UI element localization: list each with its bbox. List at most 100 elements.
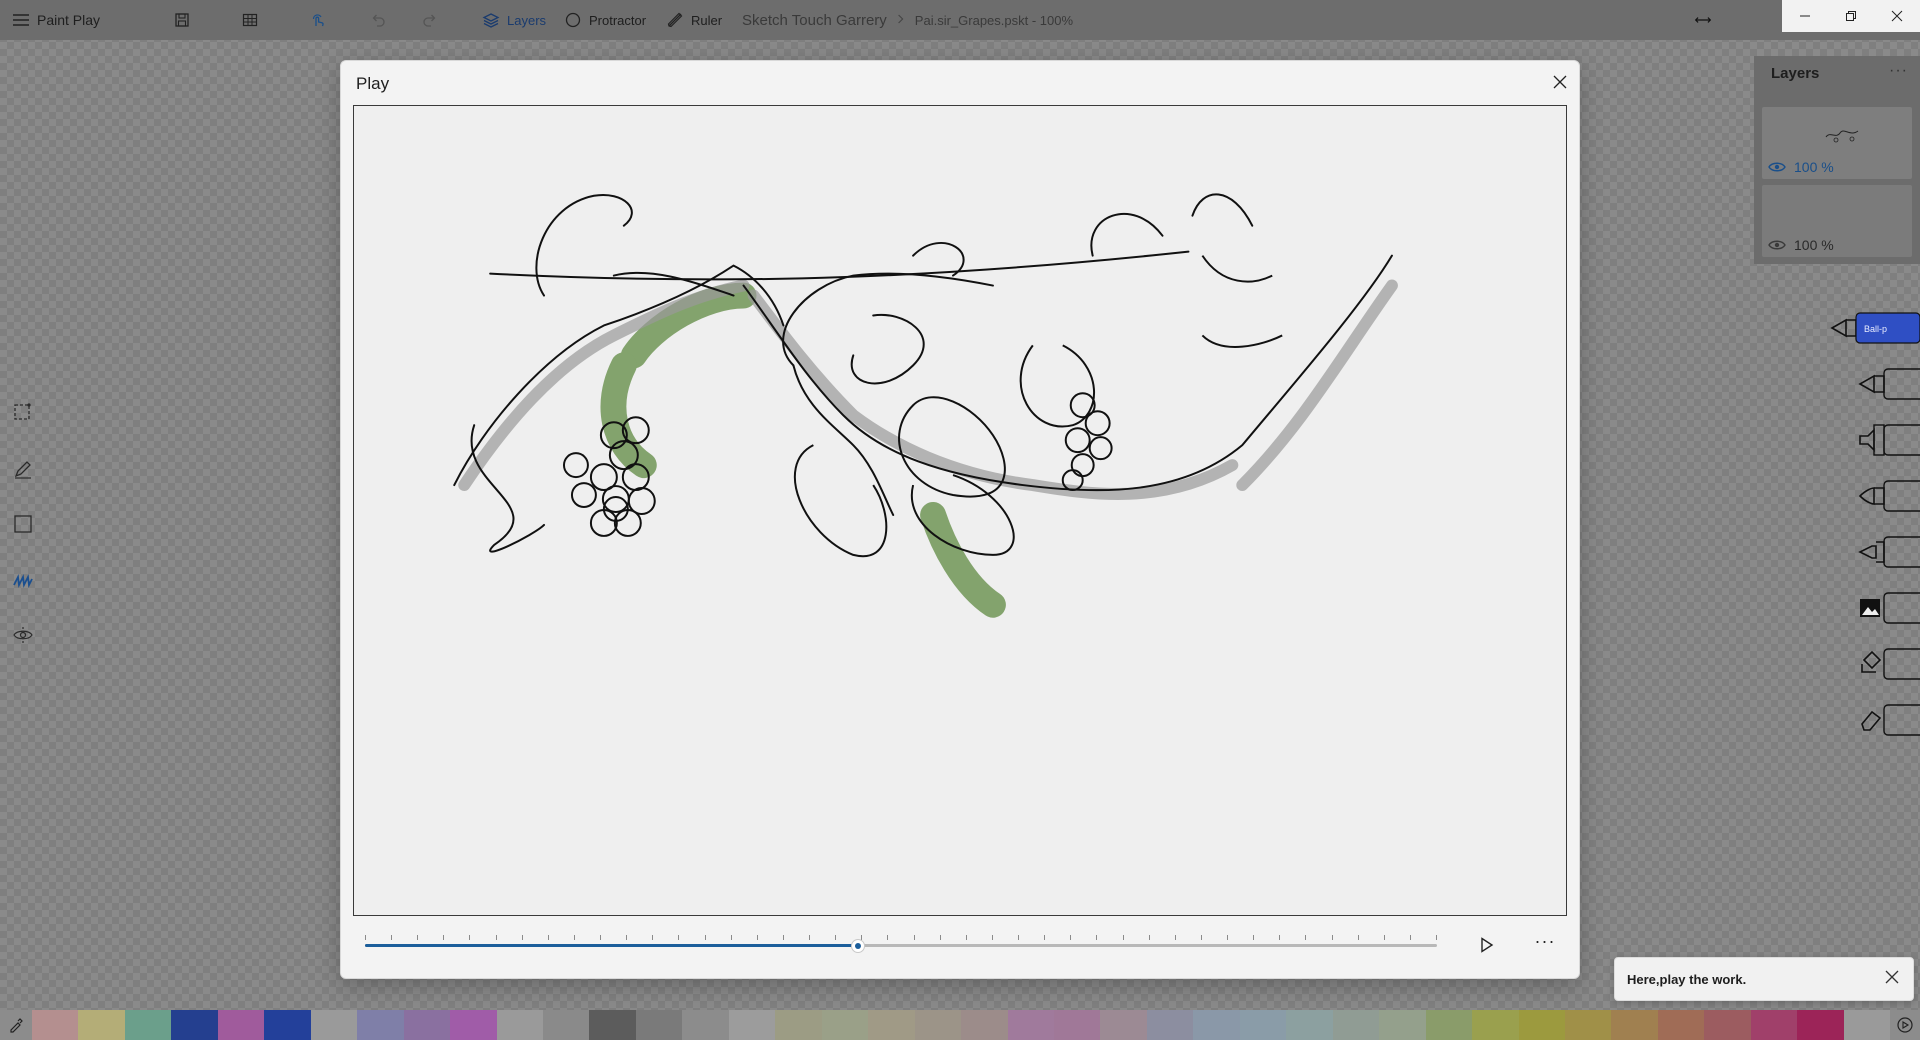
undo-icon	[369, 11, 387, 29]
playback-slider[interactable]	[365, 933, 1437, 957]
layer-opacity[interactable]: 100 %	[1768, 237, 1834, 253]
more-colors-button[interactable]	[1890, 1010, 1920, 1040]
eyedropper-button[interactable]	[0, 1010, 32, 1040]
color-swatch[interactable]	[264, 1010, 311, 1040]
color-swatch[interactable]	[78, 1010, 125, 1040]
color-swatch[interactable]	[1797, 1010, 1844, 1040]
color-swatch[interactable]	[961, 1010, 1008, 1040]
color-swatch[interactable]	[775, 1010, 822, 1040]
color-swatch[interactable]	[1611, 1010, 1658, 1040]
color-swatch[interactable]	[403, 1010, 451, 1040]
eye-settings-icon	[13, 627, 33, 643]
tool-ballpoint[interactable]: Ball-p	[1830, 310, 1920, 346]
texture-tool[interactable]	[10, 567, 36, 593]
color-swatch[interactable]	[217, 1010, 265, 1040]
color-swatch[interactable]	[1286, 1010, 1333, 1040]
color-swatch[interactable]	[357, 1010, 404, 1040]
color-swatch[interactable]	[124, 1010, 172, 1040]
timeline-tick	[1279, 935, 1280, 940]
shape-tool[interactable]	[10, 511, 36, 537]
minimize-button[interactable]	[1782, 0, 1828, 32]
layers-toggle[interactable]: Layers	[482, 0, 546, 40]
save-button[interactable]	[173, 0, 191, 40]
color-swatch[interactable]	[1704, 1010, 1751, 1040]
tool-marker[interactable]	[1830, 422, 1920, 458]
layer-item[interactable]: 100 %	[1762, 107, 1912, 179]
color-swatch[interactable]	[682, 1010, 729, 1040]
color-swatch[interactable]	[821, 1010, 869, 1040]
layers-more-button[interactable]: ···	[1889, 62, 1908, 80]
redo-button[interactable]	[421, 0, 439, 40]
color-swatch[interactable]	[1332, 1010, 1380, 1040]
close-icon	[1885, 970, 1899, 984]
color-swatch[interactable]	[1564, 1010, 1612, 1040]
color-swatch[interactable]	[1843, 1010, 1891, 1040]
color-swatch[interactable]	[1379, 1010, 1426, 1040]
color-swatch[interactable]	[1193, 1010, 1240, 1040]
timeline-tick	[1044, 935, 1045, 940]
restore-icon	[1846, 11, 1856, 21]
redo-icon	[421, 11, 439, 29]
tool-brush[interactable]	[1830, 534, 1920, 570]
color-swatch[interactable]	[1146, 1010, 1194, 1040]
color-swatch[interactable]	[1657, 1010, 1705, 1040]
layer-opacity[interactable]: 100 %	[1768, 159, 1834, 175]
color-swatch[interactable]	[1053, 1010, 1101, 1040]
color-swatch[interactable]	[1239, 1010, 1287, 1040]
title-bar: Paint Play Layers Protractor Ruler Sketc…	[0, 0, 1920, 40]
tool-eraser[interactable]	[1830, 702, 1920, 738]
slider-thumb[interactable]	[851, 939, 865, 953]
color-swatch[interactable]	[1472, 1010, 1519, 1040]
color-swatch[interactable]	[589, 1010, 636, 1040]
window-controls	[1782, 0, 1920, 32]
timeline-tick	[1305, 935, 1306, 940]
tool-fountain-pen[interactable]	[1830, 478, 1920, 514]
playback-canvas	[353, 105, 1567, 916]
hint-toast: Here,play the work.	[1614, 957, 1914, 1001]
color-swatch[interactable]	[728, 1010, 776, 1040]
expand-width-button[interactable]	[1694, 0, 1712, 40]
protractor-label: Protractor	[589, 12, 647, 28]
color-swatch[interactable]	[1007, 1010, 1054, 1040]
pen-tool[interactable]	[10, 456, 36, 482]
color-swatch[interactable]	[171, 1010, 218, 1040]
color-swatch[interactable]	[542, 1010, 590, 1040]
protractor-toggle[interactable]: Protractor	[564, 0, 646, 40]
restore-button[interactable]	[1828, 0, 1874, 32]
touch-draw-button[interactable]	[309, 0, 327, 40]
color-swatch[interactable]	[1100, 1010, 1147, 1040]
color-swatch[interactable]	[496, 1010, 543, 1040]
color-swatch[interactable]	[310, 1010, 358, 1040]
toast-close-button[interactable]	[1885, 970, 1901, 986]
dialog-close-button[interactable]	[1545, 67, 1575, 97]
timeline-tick	[835, 935, 836, 940]
tool-pencil[interactable]	[1830, 366, 1920, 402]
brush-tool-icon	[1858, 536, 1920, 568]
color-swatch[interactable]	[450, 1010, 497, 1040]
tool-image[interactable]	[1830, 590, 1920, 626]
dialog-more-button[interactable]: ···	[1531, 932, 1559, 957]
ballpoint-pen-icon: Ball-p	[1830, 312, 1920, 344]
ruler-toggle[interactable]: Ruler	[666, 0, 722, 40]
layer-item[interactable]: 100 %	[1762, 185, 1912, 257]
view-tool[interactable]	[10, 622, 36, 648]
undo-button[interactable]	[369, 0, 387, 40]
close-window-button[interactable]	[1874, 0, 1920, 32]
play-icon	[1481, 937, 1494, 953]
pen-icon	[14, 461, 31, 479]
gallery-button[interactable]	[241, 0, 259, 40]
color-swatch[interactable]	[1750, 1010, 1798, 1040]
grape-vine-drawing	[453, 193, 1398, 618]
menu-button[interactable]: Paint Play	[12, 0, 100, 40]
color-swatch[interactable]	[635, 1010, 683, 1040]
tool-fill[interactable]	[1830, 646, 1920, 682]
color-swatch[interactable]	[914, 1010, 962, 1040]
color-swatch[interactable]	[868, 1010, 915, 1040]
lasso-select-tool[interactable]	[10, 399, 36, 425]
color-swatch[interactable]	[32, 1010, 79, 1040]
color-swatch[interactable]	[1518, 1010, 1565, 1040]
color-swatch[interactable]	[1425, 1010, 1473, 1040]
play-button[interactable]	[1475, 933, 1499, 957]
breadcrumb-folder[interactable]: Sketch Touch Garrery	[742, 12, 887, 29]
save-icon	[173, 11, 191, 29]
